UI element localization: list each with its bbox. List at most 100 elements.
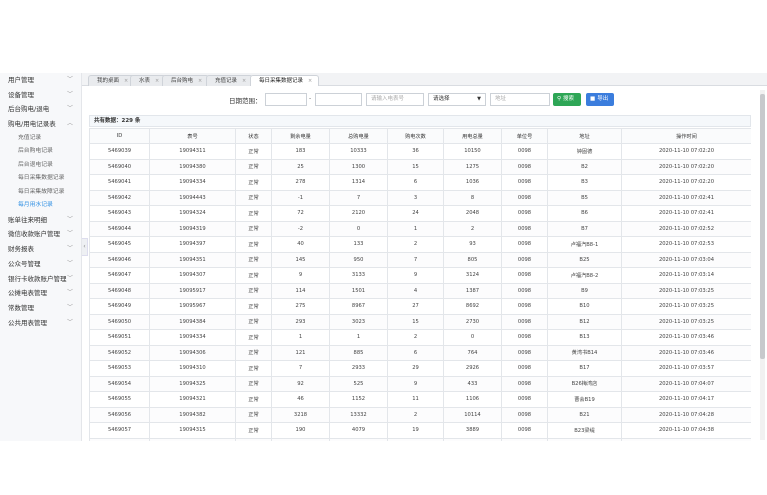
tab-desktop[interactable]: 我的桌面 × <box>88 75 136 86</box>
table-cell: B6 <box>547 205 622 222</box>
table-cell: 钟固德 <box>547 143 622 160</box>
table-row[interactable]: 5469051 19094334 正常 1 1 2 0 0098 B13 2020-11-10 0… <box>89 329 751 346</box>
sidebar-item[interactable]: 财务报表 ﹀ <box>0 242 81 257</box>
export-button[interactable]: ■ 导出 <box>586 93 614 106</box>
sidebar-item[interactable]: 公摊电表管理 ﹀ <box>0 286 81 301</box>
table-cell: 5469050 <box>89 313 150 330</box>
meter-number-input[interactable]: 请输入电表号 <box>366 93 424 106</box>
tab-label: 我的桌面 <box>97 78 120 84</box>
scrollbar-thumb[interactable] <box>760 94 765 359</box>
sidebar-item[interactable]: 购电/用电记录表 ︿ <box>0 117 81 132</box>
table-cell: 0098 <box>501 375 548 392</box>
table-row[interactable]: 5469054 19094325 正常 92 525 9 433 0098 B26梅湾店 2020… <box>89 375 751 392</box>
chevron-down-icon: ﹀ <box>66 274 73 282</box>
column-header: 状态 <box>235 128 272 144</box>
sidebar-subitem[interactable]: 后台购电记录 <box>0 145 81 159</box>
table-row[interactable]: 5469057 19094315 正常 190 4079 19 3889 0098 B23梁缇 2… <box>89 422 751 439</box>
table-cell: 11 <box>387 391 444 408</box>
table-row[interactable]: 5469050 19094384 正常 293 3023 15 2730 0098 B12 202… <box>89 313 751 330</box>
sidebar-subitem[interactable]: 每月用水记录 <box>0 199 81 213</box>
table-row[interactable]: 5469046 19094351 正常 145 950 7 805 0098 B25 2020-1… <box>89 251 751 268</box>
sidebar-item[interactable]: 银行卡收款账户管理 ﹀ <box>0 272 81 287</box>
sidebar-item[interactable]: 公众号管理 ﹀ <box>0 257 81 272</box>
table-row[interactable]: 5469052 19094306 正常 121 885 6 764 0098 黄湾书B14 202… <box>89 344 751 361</box>
table-cell: 0098 <box>501 143 548 160</box>
sidebar-collapse-handle[interactable]: ‹ <box>82 238 88 256</box>
table-cell: 19094397 <box>149 236 236 253</box>
table-cell: 4079 <box>329 422 388 439</box>
table-cell: 5469042 <box>89 189 150 206</box>
sidebar-item[interactable]: 设备管理 ﹀ <box>0 88 81 103</box>
table-cell: 0098 <box>501 344 548 361</box>
table-row[interactable]: 5469044 19094319 正常 -2 0 1 2 0098 B7 2020-11-10 0… <box>89 220 751 237</box>
tab-daily-collection[interactable]: 每日采集数据记录 × <box>250 75 320 86</box>
close-icon[interactable]: × <box>198 78 202 84</box>
close-icon[interactable]: × <box>308 78 312 84</box>
tab-backend-purchase[interactable]: 后台购电 × <box>162 75 210 86</box>
date-from-input[interactable] <box>265 93 307 106</box>
table-cell: 2020-11-10 07:02:20 <box>621 158 751 175</box>
table-row[interactable]: 5469045 19094397 正常 40 133 2 93 0098 卢福汽B8-1 2020… <box>89 236 751 253</box>
table-cell: 0098 <box>501 189 548 206</box>
sidebar-subitem[interactable]: 充值记录 <box>0 132 81 146</box>
sidebar-item[interactable]: 公共用表管理 ﹀ <box>0 316 81 331</box>
chevron-down-icon: ﹀ <box>66 90 73 98</box>
filter-select[interactable]: 请选择 ▼ <box>428 93 486 106</box>
table-cell: 19094319 <box>149 220 236 237</box>
tab-recharge-records[interactable]: 充值记录 × <box>206 75 254 86</box>
sidebar-item-label: 设备管理 <box>8 90 34 99</box>
sidebar-subitem[interactable]: 每日采集故障记录 <box>0 186 81 200</box>
address-input[interactable]: 地址 <box>490 93 550 106</box>
table-cell: B2 <box>547 158 622 175</box>
tab-water-meter[interactable]: 水表 × <box>130 75 167 86</box>
sidebar-item-label: 财务报表 <box>8 245 34 254</box>
table-row[interactable]: 5469043 19094324 正常 72 2120 24 2048 0098 B6 2020-… <box>89 205 751 222</box>
table-cell: 3023 <box>329 313 388 330</box>
search-button-label: 搜索 <box>563 96 575 102</box>
vertical-scrollbar[interactable] <box>760 90 765 440</box>
close-icon[interactable]: × <box>242 78 246 84</box>
table-cell: 19094307 <box>149 267 236 284</box>
table-row[interactable]: 5469048 19095917 正常 114 1501 4 1387 0098 B9 2020-… <box>89 282 751 299</box>
table-row[interactable]: 5469047 19094307 正常 9 3133 9 3124 0098 卢福汽B8-2 20… <box>89 267 751 284</box>
table-cell: 0098 <box>501 329 548 346</box>
table-cell: 19 <box>387 422 444 439</box>
table-cell: 5469048 <box>89 282 150 299</box>
table-cell: 卢福汽B8-2 <box>547 267 622 284</box>
search-button[interactable]: ⚲ 搜索 <box>553 93 581 106</box>
table-cell: 2 <box>443 220 502 237</box>
close-icon[interactable]: × <box>124 78 128 84</box>
table-row[interactable]: 5469055 19094321 正常 46 1152 11 1106 0098 曹会B19 20… <box>89 391 751 408</box>
table-row[interactable]: 5469049 19095967 正常 275 8967 27 8692 0098 B10 202… <box>89 298 751 315</box>
table-cell: 5469041 <box>89 174 150 191</box>
table-cell: 黄湾书B14 <box>547 344 622 361</box>
table-row[interactable]: 5469042 19094443 正常 -1 7 3 8 0098 B5 2020-11-10 0… <box>89 189 751 206</box>
chevron-down-icon: ﹀ <box>66 259 73 267</box>
table-row[interactable]: 5469039 19094311 正常 183 10333 36 10150 0098 钟固德 2… <box>89 143 751 160</box>
search-icon: ⚲ <box>557 96 562 102</box>
sidebar-item[interactable]: 账单往来明细 ﹀ <box>0 213 81 228</box>
table-cell: B25 <box>547 251 622 268</box>
table-cell: 19094306 <box>149 344 236 361</box>
sidebar-item[interactable]: 后台购电/退电 ﹀ <box>0 102 81 117</box>
sidebar-item[interactable]: 常数管理 ﹀ <box>0 301 81 316</box>
date-to-input[interactable] <box>315 93 362 106</box>
sidebar-item[interactable]: 微信收款账户管理 ﹀ <box>0 227 81 242</box>
sidebar-item-label: 后台购电/退电 <box>8 105 50 114</box>
table-cell: 19095917 <box>149 282 236 299</box>
table-cell: 正常 <box>235 422 272 439</box>
table-cell: 6 <box>387 344 444 361</box>
table-row[interactable]: 5469041 19094334 正常 278 1314 6 1036 0098 B3 2020-… <box>89 174 751 191</box>
close-icon[interactable]: × <box>155 78 159 84</box>
table-row[interactable]: 5469053 19094310 正常 7 2933 29 2926 0098 B17 2020-… <box>89 360 751 377</box>
sidebar-subitem[interactable]: 每日采集数据记录 <box>0 172 81 186</box>
sidebar-item[interactable]: 用户管理 ﹀ <box>0 73 81 88</box>
table-cell: 正常 <box>235 189 272 206</box>
table-cell: 0 <box>443 329 502 346</box>
table-row[interactable]: 546905819094322正常11200098B242020-11-10 0… <box>89 437 751 441</box>
table-row[interactable]: 5469040 19094380 正常 25 1300 15 1275 0098 B2 2020-… <box>89 158 751 175</box>
table-cell: 19094382 <box>149 406 236 423</box>
table-row[interactable]: 5469056 19094382 正常 3218 13332 2 10114 0098 B21 2… <box>89 406 751 423</box>
table-cell: 5469056 <box>89 406 150 423</box>
sidebar-subitem[interactable]: 后台退电记录 <box>0 159 81 173</box>
